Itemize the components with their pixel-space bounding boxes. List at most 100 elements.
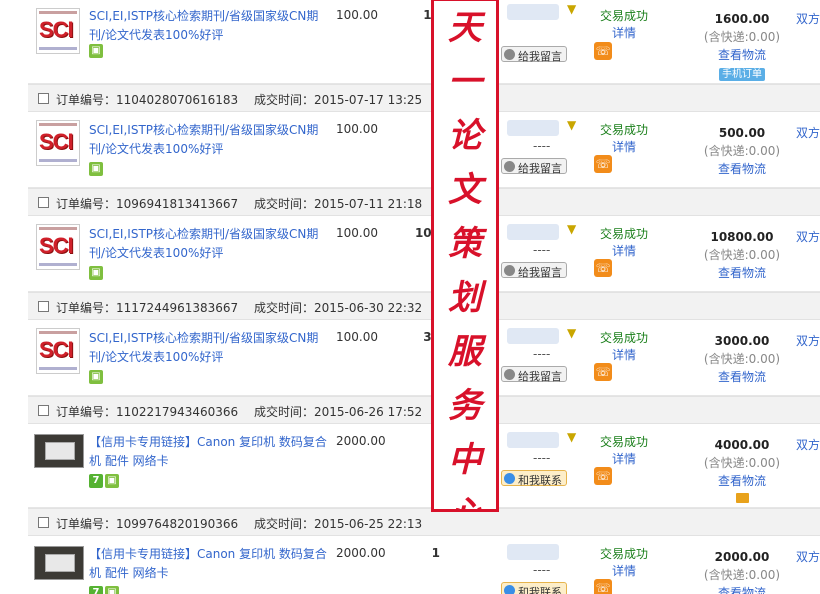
order-row: SCI SCI,EI,ISTP核心检索期刊/省级国家级CN期刊/论文代发表100…: [28, 320, 820, 396]
phone-icon[interactable]: ☏: [594, 155, 612, 173]
mobile-order-badge: 手机订单: [719, 68, 765, 81]
deal-time: 成交时间：2015-06-25 22:13: [254, 515, 422, 532]
order-row: 【信用卡专用链接】Canon 复印机 数码复合机 配件 网络卡 7 ▣ 2000.…: [28, 424, 820, 508]
view-logistics-link[interactable]: 查看物流: [692, 264, 792, 282]
phone-icon[interactable]: ☏: [594, 363, 612, 381]
total-amount: 3000.00: [714, 334, 770, 348]
message-icon: [504, 49, 515, 60]
status-cell: 交易成功 详情: [594, 546, 654, 580]
flag-icon[interactable]: ▼: [567, 430, 576, 444]
service-badges: 7 ▣: [89, 474, 121, 488]
status-text: 交易成功: [599, 9, 648, 23]
phone-icon[interactable]: ☏: [594, 259, 612, 277]
unit-price: 100.00: [336, 226, 378, 240]
unit-price: 2000.00: [336, 546, 386, 560]
total-cell: 3000.00 (含快递:0.00) 查看物流: [692, 332, 792, 386]
total-cell: 10800.00 (含快递:0.00) 查看物流: [692, 228, 792, 282]
order-number: 订单编号：1117244961383667: [56, 299, 238, 316]
detail-link[interactable]: 详情: [594, 347, 654, 364]
both-rated-link[interactable]: 双方: [796, 548, 820, 565]
order-number: 订单编号：1099764820190366: [56, 515, 238, 532]
order-row: 【信用卡专用链接】Canon 复印机 数码复合机 配件 网络卡 7 ▣ 2000.…: [28, 536, 820, 594]
service-badges: ▣: [89, 266, 105, 280]
android-icon: ▣: [89, 266, 103, 280]
both-rated-link[interactable]: 双方: [796, 436, 820, 453]
contact-icon: [504, 585, 515, 594]
product-thumbnail[interactable]: SCI: [36, 120, 80, 166]
flag-icon[interactable]: ▼: [567, 118, 576, 132]
overlay-char: 一: [448, 62, 482, 102]
product-title-link[interactable]: 【信用卡专用链接】Canon 复印机 数码复合机 配件 网络卡: [89, 545, 329, 583]
product-thumbnail[interactable]: SCI: [36, 224, 80, 270]
view-logistics-link[interactable]: 查看物流: [692, 160, 792, 178]
both-rated-link[interactable]: 双方: [796, 228, 820, 245]
shipping-fee: (含快递:0.00): [703, 456, 781, 470]
order-number-value: 1099764820190366: [116, 517, 239, 531]
view-logistics-link[interactable]: 查看物流: [692, 368, 792, 386]
detail-link[interactable]: 详情: [594, 451, 654, 468]
both-rated-link[interactable]: 双方: [796, 332, 820, 349]
product-title-link[interactable]: SCI,EI,ISTP核心检索期刊/省级国家级CN期刊/论文代发表100%好评: [89, 121, 329, 159]
flag-icon[interactable]: ▼: [567, 326, 576, 340]
leave-message-button[interactable]: 给我留言: [501, 46, 567, 63]
product-thumbnail[interactable]: SCI: [36, 8, 80, 54]
overlay-char: 划: [448, 278, 482, 318]
order-header: 订单编号：1117244961383667 成交时间：2015-06-30 22…: [28, 292, 820, 320]
overlay-char: 务: [448, 386, 482, 426]
status-text: 交易成功: [599, 435, 648, 449]
android-icon: ▣: [105, 586, 119, 594]
total-amount: 4000.00: [714, 438, 770, 452]
buyer-name-blurred: [507, 432, 559, 448]
contact-me-button[interactable]: 和我联系: [501, 470, 567, 487]
product-title-link[interactable]: SCI,EI,ISTP核心检索期刊/省级国家级CN期刊/论文代发表100%好评: [89, 7, 329, 45]
detail-link[interactable]: 详情: [594, 139, 654, 156]
both-rated-link[interactable]: 双方: [796, 124, 820, 141]
view-logistics-link[interactable]: 查看物流: [692, 472, 792, 490]
detail-link[interactable]: 详情: [594, 243, 654, 260]
order-checkbox[interactable]: [38, 197, 49, 208]
status-cell: 交易成功 详情: [594, 8, 654, 42]
unit-price: 100.00: [336, 8, 378, 22]
detail-link[interactable]: 详情: [594, 25, 654, 42]
product-title-link[interactable]: SCI,EI,ISTP核心检索期刊/省级国家级CN期刊/论文代发表100%好评: [89, 225, 329, 263]
view-logistics-link[interactable]: 查看物流: [692, 584, 792, 594]
service-badges: ▣: [89, 44, 105, 58]
phone-icon[interactable]: ☏: [594, 467, 612, 485]
product-title-link[interactable]: SCI,EI,ISTP核心检索期刊/省级国家级CN期刊/论文代发表100%好评: [89, 329, 329, 367]
buyer-name-blurred: [507, 328, 559, 344]
flag-icon[interactable]: ▼: [567, 2, 576, 16]
contact-icon: [504, 473, 515, 484]
product-thumbnail[interactable]: [34, 434, 84, 468]
shipping-fee: (含快递:0.00): [703, 144, 781, 158]
product-title-link[interactable]: 【信用卡专用链接】Canon 复印机 数码复合机 配件 网络卡: [89, 433, 329, 471]
leave-message-button[interactable]: 给我留言: [501, 262, 567, 279]
order-header: 订单编号：1099764820190366 成交时间：2015-06-25 22…: [28, 508, 820, 536]
deal-time: 成交时间：2015-07-11 21:18: [254, 195, 422, 212]
order-number-label: 订单编号：: [56, 405, 117, 419]
shipping-fee: (含快递:0.00): [703, 568, 781, 582]
order-checkbox[interactable]: [38, 93, 49, 104]
contact-me-button[interactable]: 和我联系: [501, 582, 567, 594]
order-row: SCI SCI,EI,ISTP核心检索期刊/省级国家级CN期刊/论文代发表100…: [28, 216, 820, 292]
leave-message-button[interactable]: 给我留言: [501, 158, 567, 175]
phone-icon[interactable]: ☏: [594, 579, 612, 594]
overlay-char: 论: [448, 116, 482, 156]
order-checkbox[interactable]: [38, 405, 49, 416]
order-number-label: 订单编号：: [56, 301, 117, 315]
total-amount: 500.00: [718, 126, 766, 140]
detail-link[interactable]: 详情: [594, 563, 654, 580]
overlay-char: 天: [448, 8, 482, 48]
seven-day-return-icon: 7: [89, 586, 103, 594]
product-thumbnail[interactable]: [34, 546, 84, 580]
leave-message-button[interactable]: 给我留言: [501, 366, 567, 383]
both-rated-link[interactable]: 双方: [796, 10, 820, 27]
view-logistics-link[interactable]: 查看物流: [692, 46, 792, 64]
product-thumbnail[interactable]: SCI: [36, 328, 80, 374]
order-checkbox[interactable]: [38, 301, 49, 312]
flag-icon[interactable]: ▼: [567, 222, 576, 236]
order-checkbox[interactable]: [38, 517, 49, 528]
overlay-char: 服: [448, 332, 482, 372]
order-number-value: 1102217943460366: [116, 405, 239, 419]
credit-card-icon: [735, 493, 749, 503]
phone-icon[interactable]: ☏: [594, 42, 612, 60]
